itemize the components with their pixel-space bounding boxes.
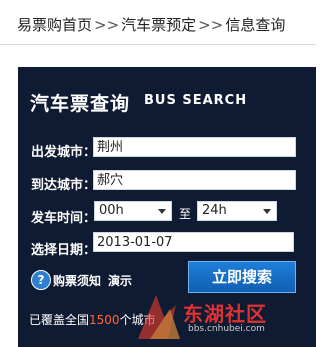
arrive-city-input[interactable]: 郝穴 xyxy=(93,170,296,190)
breadcrumb-divider xyxy=(0,44,316,45)
time-from-select[interactable]: 00h xyxy=(94,201,172,221)
watermark-url: bbs.cnhubei.com xyxy=(188,324,265,334)
panel-title: 汽车票查询 xyxy=(30,93,131,115)
demo-link[interactable]: 演示 xyxy=(108,272,132,289)
time-to-label: 至 xyxy=(179,207,192,221)
date-label: 选择日期： xyxy=(31,243,97,258)
panel-title-en: BUS SEARCH xyxy=(144,93,248,108)
time-to-value: 24h xyxy=(202,203,227,218)
breadcrumb-bus-link[interactable]: 汽车票预定 xyxy=(121,16,196,34)
purchase-notice-link[interactable]: 购票须知 xyxy=(53,272,101,289)
breadcrumb-home-link[interactable]: 易票购首页 xyxy=(17,16,92,34)
breadcrumb-separator: >> xyxy=(94,16,120,34)
breadcrumb-current: 信息查询 xyxy=(225,16,286,34)
date-input[interactable]: 2013-01-07 xyxy=(93,232,294,252)
time-to-select[interactable]: 24h xyxy=(197,201,277,221)
watermark-text: 东湖社区 xyxy=(183,302,267,326)
arrive-city-label: 到达城市： xyxy=(31,178,97,193)
depart-time-label: 发车时间： xyxy=(31,211,97,226)
chevron-down-icon xyxy=(158,209,166,214)
coverage-number: 1500 xyxy=(89,313,120,327)
depart-city-input[interactable]: 荆州 xyxy=(93,137,296,157)
help-icon[interactable]: ? xyxy=(31,270,51,290)
breadcrumb: 易票购首页 >> 汽车票预定 >> 信息查询 xyxy=(17,14,285,35)
chevron-down-icon xyxy=(263,209,271,214)
coverage-prefix: 已覆盖全国 xyxy=(29,313,90,327)
top-bar: 易票购首页 >> 汽车票预定 >> 信息查询 xyxy=(0,0,316,56)
depart-city-label: 出发城市： xyxy=(31,145,97,160)
breadcrumb-separator: >> xyxy=(198,16,224,34)
time-from-value: 00h xyxy=(99,203,124,218)
